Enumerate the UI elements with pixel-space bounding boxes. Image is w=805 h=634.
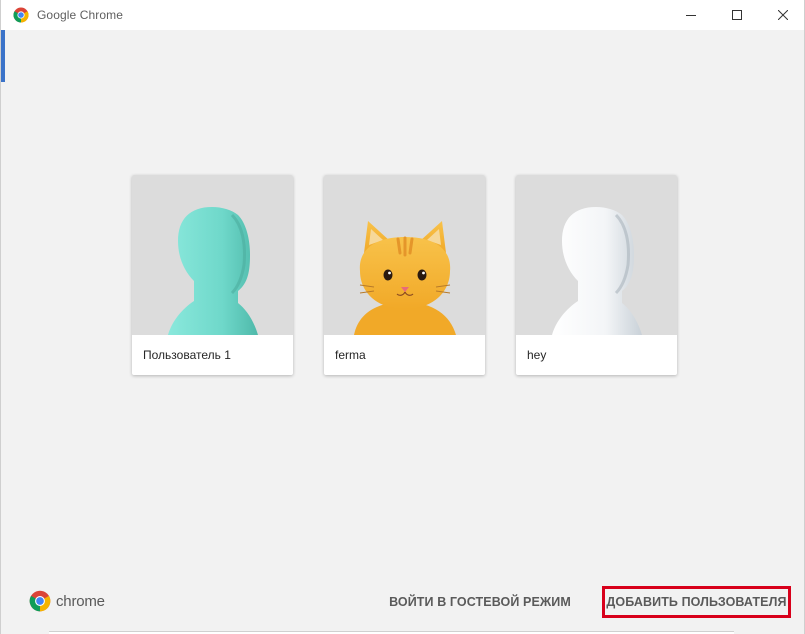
cat-avatar-icon	[354, 221, 456, 335]
profile-card-ferma[interactable]: ferma	[324, 175, 485, 375]
profile-card-user1[interactable]: Пользователь 1	[132, 175, 293, 375]
close-icon	[778, 10, 788, 20]
profile-name: Пользователь 1	[143, 348, 231, 362]
title-bar[interactable]: Google Chrome	[1, 0, 804, 30]
background-window-edge	[1, 30, 5, 82]
guest-mode-button[interactable]: ВОЙТИ В ГОСТЕВОЙ РЕЖИМ	[385, 589, 575, 615]
window-title: Google Chrome	[37, 8, 124, 22]
minimize-icon	[686, 15, 696, 16]
maximize-button[interactable]	[714, 0, 760, 30]
chrome-logo-icon	[29, 590, 51, 612]
footer-bar: chrome ВОЙТИ В ГОСТЕВОЙ РЕЖИМ ДОБАВИТЬ П…	[1, 582, 804, 622]
profile-avatar	[132, 175, 293, 335]
minimize-button[interactable]	[668, 0, 714, 30]
window-controls	[668, 0, 804, 30]
profile-name: hey	[527, 348, 547, 362]
profile-avatar	[516, 175, 677, 335]
white-silhouette-icon	[552, 207, 642, 335]
close-button[interactable]	[760, 0, 804, 30]
chrome-wordmark: chrome	[56, 592, 105, 610]
profile-avatar	[324, 175, 485, 335]
chrome-logo-icon	[13, 7, 29, 23]
maximize-icon	[732, 10, 742, 20]
profile-list: Пользователь 1 ferma hey	[132, 175, 677, 375]
add-user-button[interactable]: ДОБАВИТЬ ПОЛЬЗОВАТЕЛЯ	[602, 586, 791, 618]
profile-card-hey[interactable]: hey	[516, 175, 677, 375]
teal-silhouette-icon	[168, 207, 258, 335]
profile-name: ferma	[335, 348, 366, 362]
profile-picker-window: Google Chrome Пользователь 1 ferma hey c…	[0, 0, 805, 634]
chrome-brand: chrome	[29, 590, 105, 612]
